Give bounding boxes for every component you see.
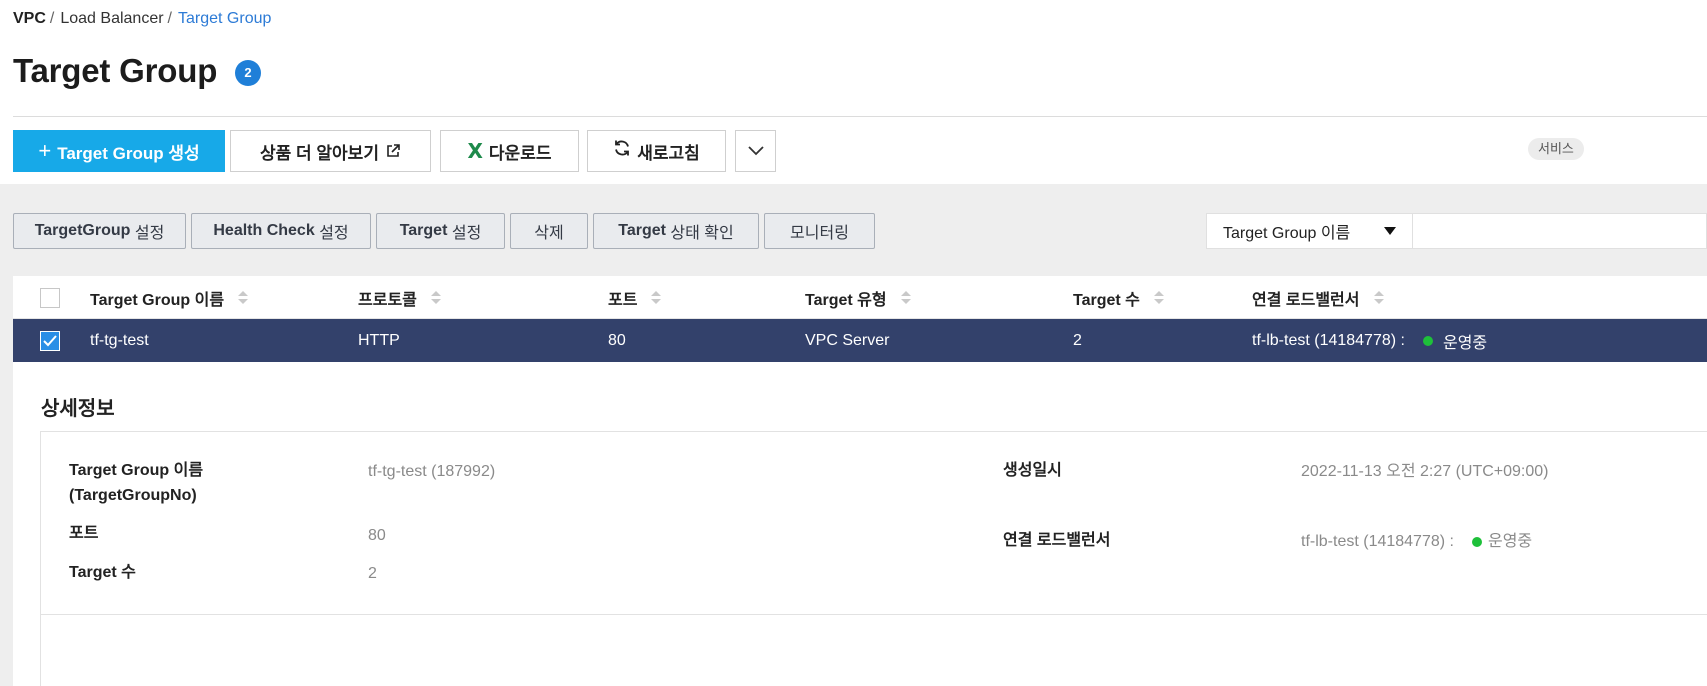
column-header-label: Target 수 [1073, 291, 1140, 309]
external-link-icon [385, 143, 401, 159]
cell-target-type: VPC Server [805, 331, 890, 349]
chevron-down-icon [747, 141, 764, 161]
targetgroup-settings-button[interactable]: TargetGroup 설정 [13, 213, 186, 249]
detail-name-label-line2: (TargetGroupNo) [69, 487, 197, 504]
detail-created-label: 생성일시 [1003, 462, 1062, 479]
search-field-select[interactable]: Target Group 이름 [1206, 213, 1413, 249]
create-target-group-button[interactable]: + Target Group 생성 [13, 130, 225, 172]
more-options-button[interactable] [735, 130, 776, 172]
column-header-label: 연결 로드밸런서 [1252, 291, 1360, 309]
create-target-group-label: Target Group 생성 [57, 143, 200, 163]
health-check-settings-button[interactable]: Health Check 설정 [191, 213, 371, 249]
download-button[interactable]: X 다운로드 [440, 130, 579, 172]
excel-icon: X [467, 139, 483, 163]
column-header-load-balancer[interactable]: 연결 로드밸런서 [1252, 276, 1384, 319]
target-settings-label-ko: 설정 [451, 225, 482, 242]
column-header-label: 프로토콜 [358, 291, 417, 309]
status-running-icon [1471, 536, 1482, 547]
sort-icon [430, 290, 441, 305]
detail-target-count-value: 2 [368, 565, 377, 582]
detail-name-value: tf-tg-test (187992) [368, 463, 496, 480]
detail-title: 상세정보 [41, 398, 115, 420]
check-icon [43, 335, 57, 347]
column-header-protocol[interactable]: 프로토콜 [358, 276, 441, 319]
plus-icon: + [38, 138, 52, 163]
health-check-label-ko: 설정 [319, 225, 349, 242]
breadcrumb-separator: / [49, 10, 55, 27]
detail-port-label: 포트 [69, 525, 99, 542]
row-checkbox[interactable] [40, 331, 60, 351]
monitoring-button[interactable]: 모니터링 [764, 213, 875, 249]
detail-lb-status: 운영중 [1487, 533, 1533, 550]
cell-port: 80 [608, 331, 626, 349]
detail-name-label: Target Group 이름 (TargetGroupNo) [69, 458, 203, 508]
column-header-port[interactable]: 포트 [608, 276, 662, 319]
detail-lb-value: tf-lb-test (14184778) : 운영중 [1301, 529, 1532, 554]
table-header: Target Group 이름 프로토콜 포트 Target 유형 Target… [13, 276, 1707, 319]
cell-target-count: 2 [1073, 331, 1082, 349]
delete-button[interactable]: 삭제 [510, 213, 588, 249]
detail-name-label-line1: Target Group 이름 [69, 462, 204, 479]
detail-lb-label: 연결 로드밸런서 [1003, 532, 1111, 549]
search-field-selected: Target Group 이름 [1223, 225, 1351, 242]
sort-icon [900, 290, 911, 305]
detail-divider [40, 615, 41, 686]
cell-load-balancer: tf-lb-test (14184778) : 운영중 [1252, 319, 1487, 362]
table-row[interactable]: tf-tg-test HTTP 80 VPC Server 2 tf-lb-te… [13, 319, 1707, 362]
breadcrumb-load-balancer[interactable]: Load Balancer [60, 10, 163, 28]
sort-icon [1373, 290, 1384, 305]
breadcrumb-separator: / [167, 10, 172, 27]
column-header-label: 포트 [608, 291, 638, 309]
sort-icon [238, 290, 249, 305]
load-balancer-name[interactable]: tf-lb-test (14184778) : [1252, 332, 1405, 350]
status-running-icon [1422, 335, 1433, 346]
target-status-label-en: Target [618, 222, 666, 239]
title-divider [13, 116, 1707, 117]
detail-box: Target Group 이름 (TargetGroupNo) tf-tg-te… [40, 431, 1707, 615]
cell-name[interactable]: tf-tg-test [90, 319, 149, 362]
targetgroup-settings-label-ko: 설정 [134, 225, 165, 242]
search-input[interactable] [1413, 213, 1707, 249]
target-status-button[interactable]: Target 상태 확인 [593, 213, 759, 249]
column-header-target-type[interactable]: Target 유형 [805, 276, 911, 319]
targetgroup-settings-label-en: TargetGroup [34, 222, 131, 239]
target-settings-button[interactable]: Target 설정 [376, 213, 505, 249]
learn-more-button[interactable]: 상품 더 알아보기 [230, 130, 431, 172]
sort-icon [651, 290, 662, 305]
column-header-target-count[interactable]: Target 수 [1073, 276, 1164, 319]
detail-target-count-label: Target 수 [69, 564, 136, 581]
refresh-icon [613, 139, 631, 163]
page-title: Target Group [13, 52, 218, 89]
learn-more-label: 상품 더 알아보기 [260, 143, 379, 163]
health-check-label-en: Health Check [213, 222, 315, 239]
breadcrumb: VPC / Load Balancer / Target Group [13, 10, 271, 28]
detail-created-value: 2022-11-13 오전 2:27 (UTC+09:00) [1301, 463, 1549, 480]
cell-protocol: HTTP [358, 331, 400, 349]
caret-down-icon [1384, 227, 1396, 235]
refresh-button[interactable]: 새로고침 [587, 130, 726, 172]
breadcrumb-vpc[interactable]: VPC [13, 10, 46, 28]
column-header-label: Target 유형 [805, 291, 887, 309]
breadcrumb-target-group[interactable]: Target Group [178, 10, 271, 28]
detail-port-value: 80 [368, 527, 386, 544]
column-header-label: Target Group 이름 [90, 291, 225, 309]
count-badge: 2 [235, 60, 261, 86]
download-label: 다운로드 [488, 143, 552, 163]
detail-panel: 상세정보 Target Group 이름 (TargetGroupNo) tf-… [13, 362, 1707, 686]
service-chip[interactable]: 서비스 [1528, 138, 1584, 160]
sort-icon [1153, 290, 1164, 305]
detail-lb-name[interactable]: tf-lb-test (14184778) : [1301, 529, 1454, 554]
target-settings-label-en: Target [399, 222, 448, 239]
refresh-label: 새로고침 [637, 143, 700, 163]
target-status-label-ko: 상태 확인 [670, 225, 734, 242]
column-header-name[interactable]: Target Group 이름 [90, 276, 249, 319]
load-balancer-status: 운영중 [1442, 334, 1488, 352]
select-all-checkbox[interactable] [40, 288, 60, 308]
